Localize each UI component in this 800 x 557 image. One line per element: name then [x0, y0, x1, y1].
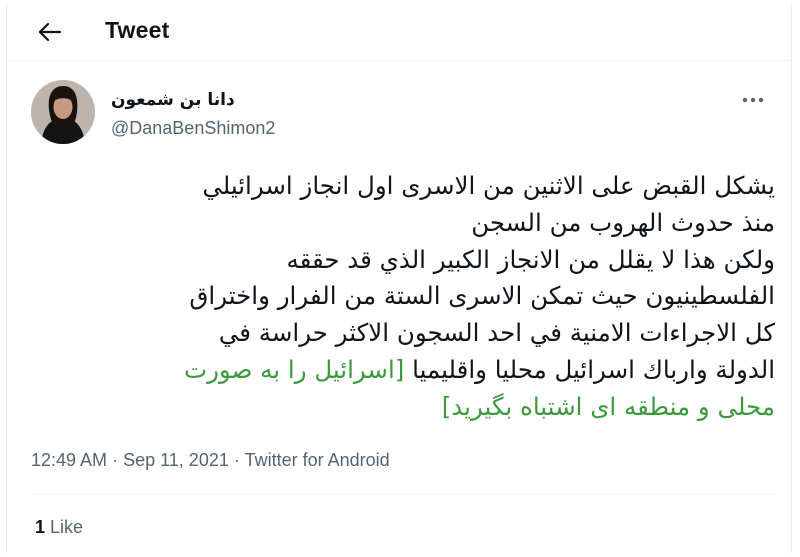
author-handle[interactable]: @DanaBenShimon2: [111, 118, 275, 139]
top-bar: Tweet: [7, 4, 791, 61]
tweet-line: الفلسطينيون حيث تمكن الاسرى الستة من الف…: [189, 281, 775, 311]
avatar[interactable]: [31, 80, 95, 144]
tweet-metadata: 12:49 AM · Sep 11, 2021 · Twitter for An…: [31, 450, 390, 471]
translation-text: [اسرائیل را به صورت: [184, 354, 405, 384]
tweet-line-with-translation: الدولة وارباك اسرائيل محليا واقليميا [اس…: [31, 352, 775, 389]
tweet-text: يشكل القبض على الاثنين من الاسرى اول انج…: [31, 168, 775, 426]
tweet-page: Tweet دانا بن شمعون @DanaBenShimon2 يشكل…: [6, 4, 792, 553]
more-options-button[interactable]: [735, 88, 771, 112]
tweet-line-text: الدولة وارباك اسرائيل محليا واقليميا: [412, 354, 775, 384]
tweet-date[interactable]: Sep 11, 2021: [123, 450, 229, 470]
tweet-source[interactable]: Twitter for Android: [245, 450, 390, 470]
back-button[interactable]: [33, 17, 67, 47]
more-horizontal-icon: [742, 97, 764, 103]
tweet-time[interactable]: 12:49 AM: [31, 450, 107, 470]
divider: [31, 494, 775, 495]
tweet-author: دانا بن شمعون @DanaBenShimon2: [31, 80, 771, 148]
likes-count: 1: [35, 517, 46, 537]
tweet-line: يشكل القبض على الاثنين من الاسرى اول انج…: [202, 171, 775, 200]
meta-separator: ·: [233, 450, 240, 470]
tweet-line: كل الاجراءات الامنية في احد السجون الاكث…: [218, 318, 775, 348]
tweet-line: منذ حدوث الهروب من السجن: [471, 207, 775, 237]
translation-text: محلی و منطقه ای اشتباه بگیرید]: [441, 391, 775, 421]
arrow-left-icon: [39, 23, 61, 41]
avatar-image: [31, 80, 95, 144]
author-display-name[interactable]: دانا بن شمعون: [111, 90, 235, 110]
likes-count-link[interactable]: 1 Like: [35, 517, 83, 538]
meta-separator: ·: [112, 450, 119, 470]
page-title: Tweet: [105, 17, 170, 43]
tweet-line: ولكن هذا لا يقلل من الانجاز الكبير الذي …: [286, 244, 775, 274]
likes-label: Like: [50, 517, 84, 537]
